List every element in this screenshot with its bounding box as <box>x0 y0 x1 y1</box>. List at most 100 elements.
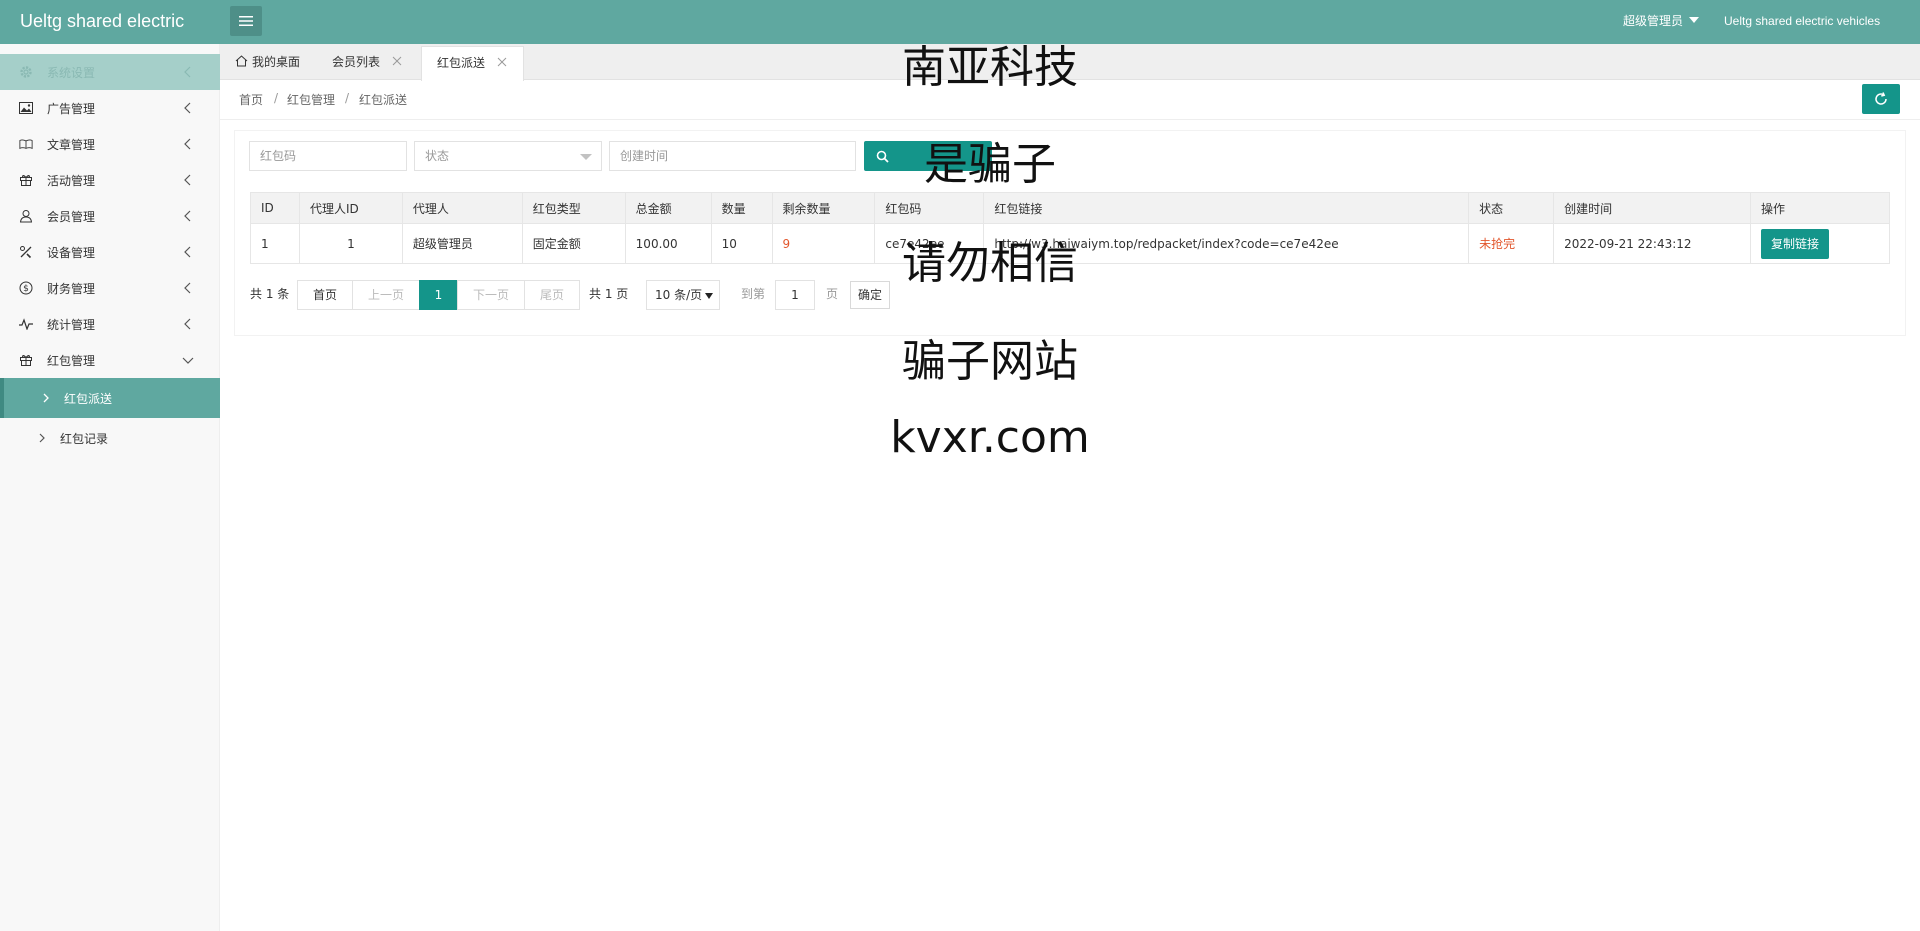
chevron-left-icon <box>184 102 191 114</box>
column-header: 总金额 <box>624 192 712 224</box>
chevron-left-icon <box>184 246 191 258</box>
status-badge: 未抢完 <box>1468 223 1555 264</box>
gift-icon <box>19 353 33 367</box>
chevron-left-icon <box>184 318 191 330</box>
table-header-row: ID 代理人ID 代理人 红包类型 总金额 数量 剩余数量 红包码 红包链接 状… <box>250 192 1890 224</box>
watermark-text: 请勿相信 <box>902 238 1078 289</box>
dollar-icon: $ <box>19 281 33 295</box>
tab-member-list[interactable]: 会员列表 <box>332 46 402 80</box>
sidebar-item-label: 设备管理 <box>47 245 96 260</box>
sidebar: 系统设置 广告管理 文章管理 活动管理 会员管理 设备管理 $ 财务管理 统计管… <box>0 44 220 931</box>
column-header: 代理人 <box>401 192 523 224</box>
copy-link-button[interactable]: 复制链接 <box>1761 228 1830 259</box>
refresh-button[interactable] <box>1862 84 1900 114</box>
pagination-last-button[interactable]: 尾页 <box>524 280 580 310</box>
column-header: 代理人ID <box>298 192 403 224</box>
book-icon <box>19 137 33 151</box>
cell-created: 2022-09-21 22:43:12 <box>1553 223 1751 264</box>
chevron-right-icon <box>43 393 49 403</box>
breadcrumb-separator: / <box>274 91 279 105</box>
menu-toggle-button[interactable] <box>230 6 262 36</box>
sidebar-item-system[interactable]: 系统设置 <box>0 54 220 90</box>
watermark-text: 是骗子 <box>924 139 1056 190</box>
admin-user-menu[interactable]: 超级管理员 <box>1623 0 1700 44</box>
cell-type: 固定金额 <box>521 223 626 264</box>
caret-down-icon <box>705 293 713 299</box>
sidebar-subitem-redpacket-records[interactable]: 红包记录 <box>0 418 220 458</box>
watermark-text: kvxr.com <box>890 412 1090 463</box>
pagination-page-count: 共 1 页 <box>589 287 629 301</box>
breadcrumb-separator: / <box>345 91 350 105</box>
column-header: 创建时间 <box>1553 192 1751 224</box>
site-name-link[interactable]: Ueltg shared electric vehicles <box>1724 0 1880 44</box>
pagination-total: 共 1 条 <box>250 287 290 301</box>
sidebar-subitem-redpacket-send[interactable]: 红包派送 <box>0 378 220 418</box>
status-select[interactable]: 状态 <box>414 141 602 171</box>
image-icon <box>19 101 33 115</box>
chevron-left-icon <box>184 282 191 294</box>
sidebar-item-redpacket[interactable]: 红包管理 <box>0 342 220 378</box>
chevron-left-icon <box>184 210 191 222</box>
status-select-placeholder: 状态 <box>425 149 450 163</box>
goto-page-input[interactable]: 1 <box>775 280 815 310</box>
watermark-text: 骗子网站 <box>902 336 1078 387</box>
breadcrumb-section[interactable]: 红包管理 <box>287 91 335 108</box>
sidebar-subitem-label: 红包派送 <box>64 392 113 406</box>
sidebar-item-devices[interactable]: 设备管理 <box>0 234 220 270</box>
close-icon[interactable] <box>497 57 507 67</box>
app-logo[interactable]: Ueltg shared electric <box>20 0 184 44</box>
tab-redpacket-send[interactable]: 红包派送 <box>421 46 524 81</box>
page-size-select[interactable]: 10 条/页 <box>646 280 720 310</box>
breadcrumb-home[interactable]: 首页 <box>239 91 263 108</box>
sidebar-item-statistics[interactable]: 统计管理 <box>0 306 220 342</box>
column-header: 红包类型 <box>521 192 626 224</box>
column-header: 操作 <box>1750 192 1890 224</box>
created-time-input[interactable]: 创建时间 <box>609 141 856 171</box>
chevron-left-icon <box>184 138 191 150</box>
sidebar-item-label: 活动管理 <box>47 173 96 188</box>
chevron-right-icon <box>39 433 45 443</box>
sidebar-item-label: 系统设置 <box>47 65 96 80</box>
home-icon <box>235 55 248 67</box>
watermark-text: 南亚科技 <box>902 42 1078 93</box>
sidebar-item-finance[interactable]: $ 财务管理 <box>0 270 220 306</box>
gear-icon <box>19 65 33 79</box>
page-size-value: 10 条/页 <box>655 288 703 302</box>
pagination-first-button[interactable]: 首页 <box>297 280 353 310</box>
code-search-input[interactable]: 红包码 <box>249 141 407 171</box>
tab-label: 红包派送 <box>437 56 486 70</box>
column-header: 状态 <box>1468 192 1555 224</box>
cell-action: 复制链接 <box>1750 223 1890 264</box>
chevron-down-icon <box>182 357 194 364</box>
admin-name: 超级管理员 <box>1623 14 1684 28</box>
hamburger-icon <box>239 16 253 26</box>
cell-id: 1 <box>250 223 300 264</box>
sidebar-item-articles[interactable]: 文章管理 <box>0 126 220 162</box>
cell-agent: 超级管理员 <box>401 223 523 264</box>
sidebar-item-members[interactable]: 会员管理 <box>0 198 220 234</box>
svg-text:$: $ <box>23 284 29 294</box>
close-icon[interactable] <box>392 56 402 66</box>
column-header: 红包链接 <box>983 192 1470 224</box>
sidebar-item-label: 文章管理 <box>47 137 96 152</box>
sidebar-subitem-label: 红包记录 <box>60 432 109 446</box>
pagination-goto-label: 到第 <box>741 287 766 301</box>
tools-icon <box>19 245 33 259</box>
column-header: 红包码 <box>874 192 985 224</box>
pagination-page-unit: 页 <box>826 287 839 301</box>
pagination-next-button[interactable]: 下一页 <box>457 280 525 310</box>
sidebar-item-activities[interactable]: 活动管理 <box>0 162 220 198</box>
sidebar-item-ads[interactable]: 广告管理 <box>0 90 220 126</box>
tab-desktop[interactable]: 我的桌面 <box>235 46 300 80</box>
pagination-prev-button[interactable]: 上一页 <box>352 280 420 310</box>
cell-amount: 100.00 <box>624 223 712 264</box>
pagination-current-page[interactable]: 1 <box>419 280 458 310</box>
cell-count: 10 <box>710 223 773 264</box>
sidebar-item-label: 红包管理 <box>47 353 96 368</box>
cell-agent-id: 1 <box>298 223 403 264</box>
gift-icon <box>19 173 33 187</box>
breadcrumb-current: 红包派送 <box>359 93 408 107</box>
sidebar-item-label: 统计管理 <box>47 317 96 332</box>
sidebar-item-label: 会员管理 <box>47 209 96 224</box>
column-header: 数量 <box>710 192 773 224</box>
